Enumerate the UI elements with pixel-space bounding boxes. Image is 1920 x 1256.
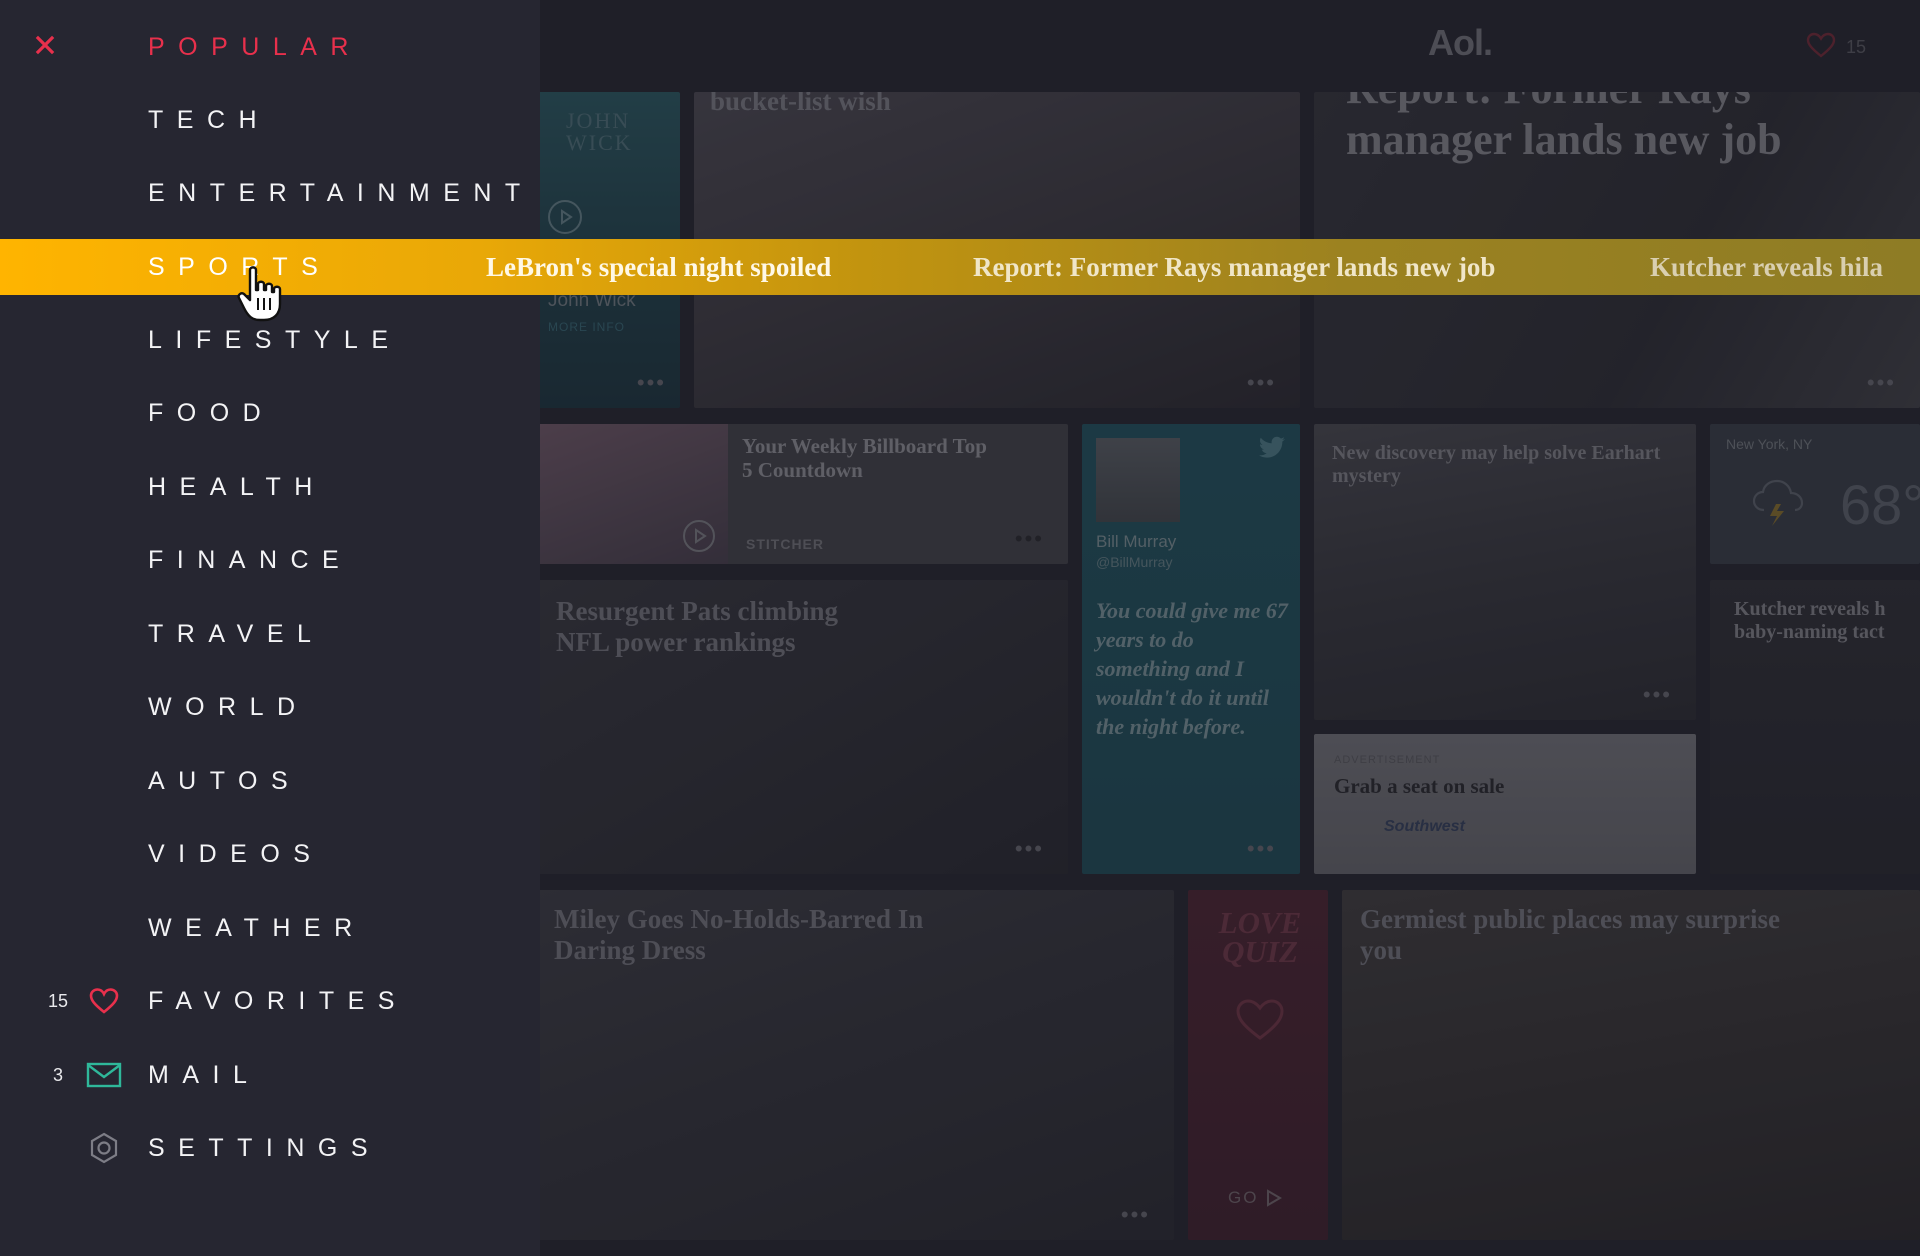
mail-count: 3 bbox=[52, 1064, 63, 1085]
sidebar-item-popular[interactable]: POPULAR bbox=[0, 19, 540, 75]
pats-card[interactable]: Resurgent Pats climbing NFL power rankin… bbox=[538, 580, 1068, 874]
kutcher-title: Kutcher reveals h baby-naming tact bbox=[1734, 598, 1886, 643]
more-options-icon[interactable]: ••• bbox=[1247, 838, 1276, 860]
quiz-go-button[interactable]: GO bbox=[1228, 1188, 1283, 1208]
heart-icon bbox=[1234, 998, 1286, 1047]
sidebar-item-label: LIFESTYLE bbox=[148, 325, 402, 354]
southwest-brand: Southwest bbox=[1384, 818, 1465, 835]
stitcher-logo: STITCHER bbox=[746, 536, 824, 552]
quiz-go-label: GO bbox=[1228, 1188, 1259, 1207]
sidebar-item-settings[interactable]: SETTINGS bbox=[0, 1120, 540, 1176]
mail-icon bbox=[84, 1055, 124, 1095]
more-options-icon[interactable]: ••• bbox=[637, 372, 666, 394]
ad-label: ADVERTISEMENT bbox=[1334, 754, 1441, 766]
sidebar-item-tech[interactable]: TECH bbox=[0, 92, 540, 148]
sidebar-item-label: MAIL bbox=[148, 1060, 261, 1089]
play-icon[interactable] bbox=[548, 200, 582, 234]
tweet-author-name: Bill Murray bbox=[1096, 532, 1177, 551]
more-options-icon[interactable]: ••• bbox=[1867, 372, 1896, 394]
avatar[interactable] bbox=[1096, 438, 1180, 522]
ticker-headline[interactable]: Report: Former Rays manager lands new jo… bbox=[973, 239, 1495, 295]
sidebar-item-label: HEALTH bbox=[148, 472, 326, 501]
sidebar-item-mail[interactable]: 3 MAIL bbox=[0, 1047, 540, 1103]
favorites-count: 15 bbox=[48, 990, 69, 1011]
play-icon[interactable] bbox=[683, 520, 715, 552]
sidebar-item-label: WEATHER bbox=[148, 913, 366, 942]
sidebar-item-label: TRAVEL bbox=[148, 619, 325, 648]
heart-icon bbox=[1806, 32, 1836, 63]
rays-title: Report: Former Rays manager lands new jo… bbox=[1346, 92, 1782, 164]
tweet-text: You could give me 67 years to do somethi… bbox=[1096, 598, 1288, 740]
header-favorites-count: 15 bbox=[1846, 37, 1867, 57]
sidebar-item-entertainment[interactable]: ENTERTAINMENT bbox=[0, 165, 540, 221]
movie-more-info[interactable]: MORE INFO bbox=[548, 320, 625, 334]
kutcher-card[interactable]: Kutcher reveals h baby-naming tact bbox=[1710, 580, 1920, 874]
earhart-card[interactable]: New discovery may help solve Earhart mys… bbox=[1314, 424, 1696, 720]
ticker-headline[interactable]: LeBron's special night spoiled bbox=[486, 239, 831, 295]
earhart-title: New discovery may help solve Earhart mys… bbox=[1332, 442, 1661, 487]
sidebar-item-label: POPULAR bbox=[148, 32, 362, 61]
sidebar-item-label: FAVORITES bbox=[148, 986, 408, 1015]
ad-title: Grab a seat on sale bbox=[1334, 774, 1505, 798]
heart-icon bbox=[84, 981, 124, 1021]
more-options-icon[interactable]: ••• bbox=[1247, 372, 1276, 394]
sidebar-item-food[interactable]: FOOD bbox=[0, 385, 540, 441]
southwest-ad-card[interactable]: ADVERTISEMENT Grab a seat on sale Southw… bbox=[1314, 734, 1696, 874]
more-options-icon[interactable]: ••• bbox=[1643, 684, 1672, 706]
pats-title: Resurgent Pats climbing NFL power rankin… bbox=[556, 596, 838, 658]
quiz-title: LOVE QUIZ bbox=[1218, 905, 1302, 970]
tweet-card[interactable]: Bill Murray @BillMurray You could give m… bbox=[1082, 424, 1300, 874]
movie-poster-title: JOHN WICK bbox=[566, 108, 633, 155]
sidebar-item-autos[interactable]: AUTOS bbox=[0, 753, 540, 809]
more-options-icon[interactable]: ••• bbox=[1121, 1204, 1150, 1226]
sidebar-item-health[interactable]: HEALTH bbox=[0, 459, 540, 515]
more-options-icon[interactable]: ••• bbox=[1015, 838, 1044, 860]
ticker-headline[interactable]: Kutcher reveals hila bbox=[1650, 239, 1883, 295]
sidebar-item-world[interactable]: WORLD bbox=[0, 679, 540, 735]
sidebar-item-label: FOOD bbox=[148, 398, 275, 427]
sidebar-item-finance[interactable]: FINANCE bbox=[0, 532, 540, 588]
sidebar-item-label: AUTOS bbox=[148, 766, 302, 795]
header-favorites[interactable]: 15 bbox=[1806, 32, 1866, 63]
germs-title: Germiest public places may surprise you bbox=[1360, 904, 1780, 966]
sidebar-item-label: ENTERTAINMENT bbox=[148, 178, 534, 207]
sidebar-item-label: FINANCE bbox=[148, 545, 353, 574]
weather-location: New York, NY bbox=[1726, 436, 1813, 452]
miley-title: Miley Goes No-Holds-Barred In Daring Dre… bbox=[554, 904, 924, 966]
sidebar-item-label: WORLD bbox=[148, 692, 309, 721]
bucket-list-title: bucket-list wish bbox=[710, 92, 891, 116]
sidebar-item-favorites[interactable]: 15 FAVORITES bbox=[0, 973, 540, 1029]
weather-temperature: 68° bbox=[1840, 473, 1920, 536]
settings-icon bbox=[84, 1128, 124, 1168]
sidebar-item-label: SETTINGS bbox=[148, 1133, 382, 1162]
sidebar-item-label: TECH bbox=[148, 105, 271, 134]
germs-card[interactable]: Germiest public places may surprise you bbox=[1342, 890, 1920, 1240]
storm-icon bbox=[1750, 476, 1810, 533]
sidebar-item-weather[interactable]: WEATHER bbox=[0, 900, 540, 956]
weather-card[interactable]: New York, NY 68° bbox=[1710, 424, 1920, 564]
billboard-title: Your Weekly Billboard Top 5 Countdown bbox=[742, 434, 987, 483]
play-arrow-icon bbox=[1267, 1189, 1283, 1207]
sidebar-item-travel[interactable]: TRAVEL bbox=[0, 606, 540, 662]
hand-cursor-icon bbox=[236, 264, 292, 324]
sidebar-item-label: VIDEOS bbox=[148, 839, 324, 868]
sidebar-item-videos[interactable]: VIDEOS bbox=[0, 826, 540, 882]
more-options-icon[interactable]: ••• bbox=[1015, 528, 1044, 550]
miley-card[interactable]: Miley Goes No-Holds-Barred In Daring Dre… bbox=[538, 890, 1174, 1240]
tweet-author-handle[interactable]: @BillMurray bbox=[1096, 554, 1172, 570]
billboard-card[interactable]: Your Weekly Billboard Top 5 Countdown ST… bbox=[538, 424, 1068, 564]
twitter-icon[interactable] bbox=[1258, 436, 1286, 465]
love-quiz-card[interactable]: LOVE QUIZ GO bbox=[1188, 890, 1328, 1240]
aol-logo[interactable]: Aol. bbox=[1428, 22, 1493, 64]
